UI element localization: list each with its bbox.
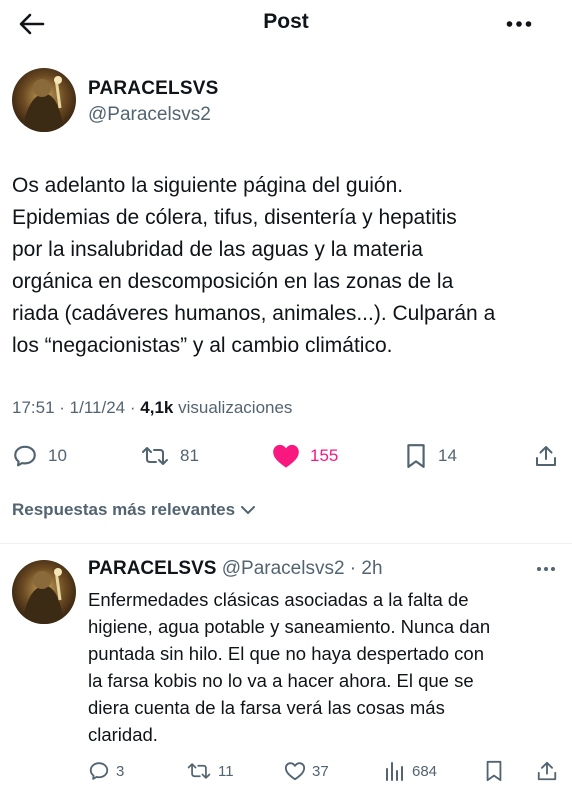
like-count: 155 [310, 446, 339, 465]
tweet-date[interactable]: 1/11/24 [70, 398, 125, 417]
repost-icon [142, 447, 168, 465]
tweet-text-line: los “negacionistas” y al cambio climátic… [12, 334, 393, 357]
share-button[interactable] [534, 436, 558, 476]
views-label: visualizaciones [178, 398, 293, 417]
comment-icon [14, 445, 36, 467]
more-horizontal-icon [506, 21, 532, 27]
reply-text-line: puntada sin hilo. El que no haya despert… [88, 643, 484, 664]
reply-views-button[interactable]: 684 [384, 756, 437, 786]
tweet-text-line: por la insalubridad de las aguas y la ma… [12, 238, 423, 261]
reply-author-name[interactable]: PARACELSVS [88, 558, 216, 579]
reply-share-button[interactable] [536, 756, 558, 786]
bookmark-icon [486, 760, 502, 782]
replies-sort-label: Respuestas más relevantes [12, 500, 236, 519]
author-name[interactable]: PARACELSVS [88, 78, 218, 100]
reply-more-button[interactable] [532, 558, 560, 580]
reply-avatar[interactable] [12, 560, 76, 624]
meta-separator: · [59, 398, 70, 417]
repost-icon [187, 763, 211, 779]
heart-icon [284, 762, 306, 781]
reply-reply-button[interactable]: 3 [88, 756, 124, 786]
reply-action-bar: 3 11 37 684 [0, 756, 572, 786]
views-count[interactable]: 4,1k [140, 398, 173, 417]
analytics-icon [386, 762, 403, 781]
share-icon [537, 761, 557, 781]
tweet-text-line: riada (cadáveres humanos, animales...). … [12, 302, 496, 325]
chevron-down-icon [241, 506, 256, 514]
like-button[interactable]: 155 [272, 436, 338, 476]
reply-bookmark-button[interactable] [484, 756, 504, 786]
author-handle[interactable]: @Paracelsvs2 [88, 104, 211, 126]
reply-text-line: diera cuenta de la farsa verá las cosas … [88, 697, 445, 718]
avatar[interactable] [12, 68, 76, 132]
tweet-author: PARACELSVS @Paracelsvs2 [12, 68, 532, 134]
avatar-image [12, 68, 76, 132]
reply-repost-count: 11 [218, 762, 234, 780]
reply-repost-button[interactable]: 11 [186, 756, 234, 786]
reply-text-line: claridad. [88, 724, 158, 745]
more-options-button[interactable] [502, 9, 536, 39]
bookmark-button[interactable]: 14 [404, 436, 457, 476]
reply-text-line: la farsa kobis no lo va a hacer ahora. E… [88, 670, 474, 691]
meta-separator: · [129, 398, 141, 417]
reply-like-button[interactable]: 37 [284, 756, 329, 786]
tweet-text-line: Epidemias de cólera, tifus, disentería y… [12, 206, 457, 229]
share-icon [536, 446, 556, 466]
tweet-text: Os adelanto la siguiente página del guió… [12, 170, 560, 362]
reply-views-count: 684 [412, 762, 438, 780]
reply-like-count: 37 [312, 762, 329, 780]
reply-text-line: Enfermedades clásicas asociadas a la fal… [88, 589, 469, 610]
reply-time[interactable]: 2h [361, 558, 382, 579]
tweet-text-line: Os adelanto la siguiente página del guió… [12, 174, 404, 197]
more-horizontal-icon [537, 567, 555, 571]
replies-sort-dropdown[interactable]: Respuestas más relevantes [12, 500, 257, 520]
tweet-time[interactable]: 17:51 [12, 398, 55, 417]
tweet-text-line: orgánica en descomposición en las zonas … [12, 270, 454, 293]
comment-icon [89, 762, 109, 780]
reply-text: Enfermedades clásicas asociadas a la fal… [88, 586, 558, 748]
reply-count: 10 [48, 446, 67, 465]
reply-header: PARACELSVS @Paracelsvs2 · 2h [88, 558, 383, 580]
repost-count: 81 [180, 446, 199, 465]
tweet-action-bar: 10 81 155 14 [0, 436, 572, 476]
reply-button[interactable]: 10 [12, 436, 67, 476]
top-bar: Post [0, 0, 572, 46]
meta-separator: · [344, 558, 362, 579]
bookmark-icon [407, 444, 425, 468]
repost-button[interactable]: 81 [140, 436, 199, 476]
heart-filled-icon [273, 444, 299, 468]
reply-text-line: higiene, agua potable y saneamiento. Nun… [88, 616, 491, 637]
avatar-image [12, 560, 76, 624]
bookmark-count: 14 [438, 446, 457, 465]
reply-author-handle[interactable]: @Paracelsvs2 [222, 558, 345, 579]
page-title: Post [263, 10, 309, 33]
reply-reply-count: 3 [116, 762, 125, 780]
reply-item[interactable]: PARACELSVS @Paracelsvs2 · 2h Enfermedade… [0, 544, 572, 800]
tweet-meta: 17:51 · 1/11/24 · 4,1k visualizaciones [12, 398, 292, 418]
